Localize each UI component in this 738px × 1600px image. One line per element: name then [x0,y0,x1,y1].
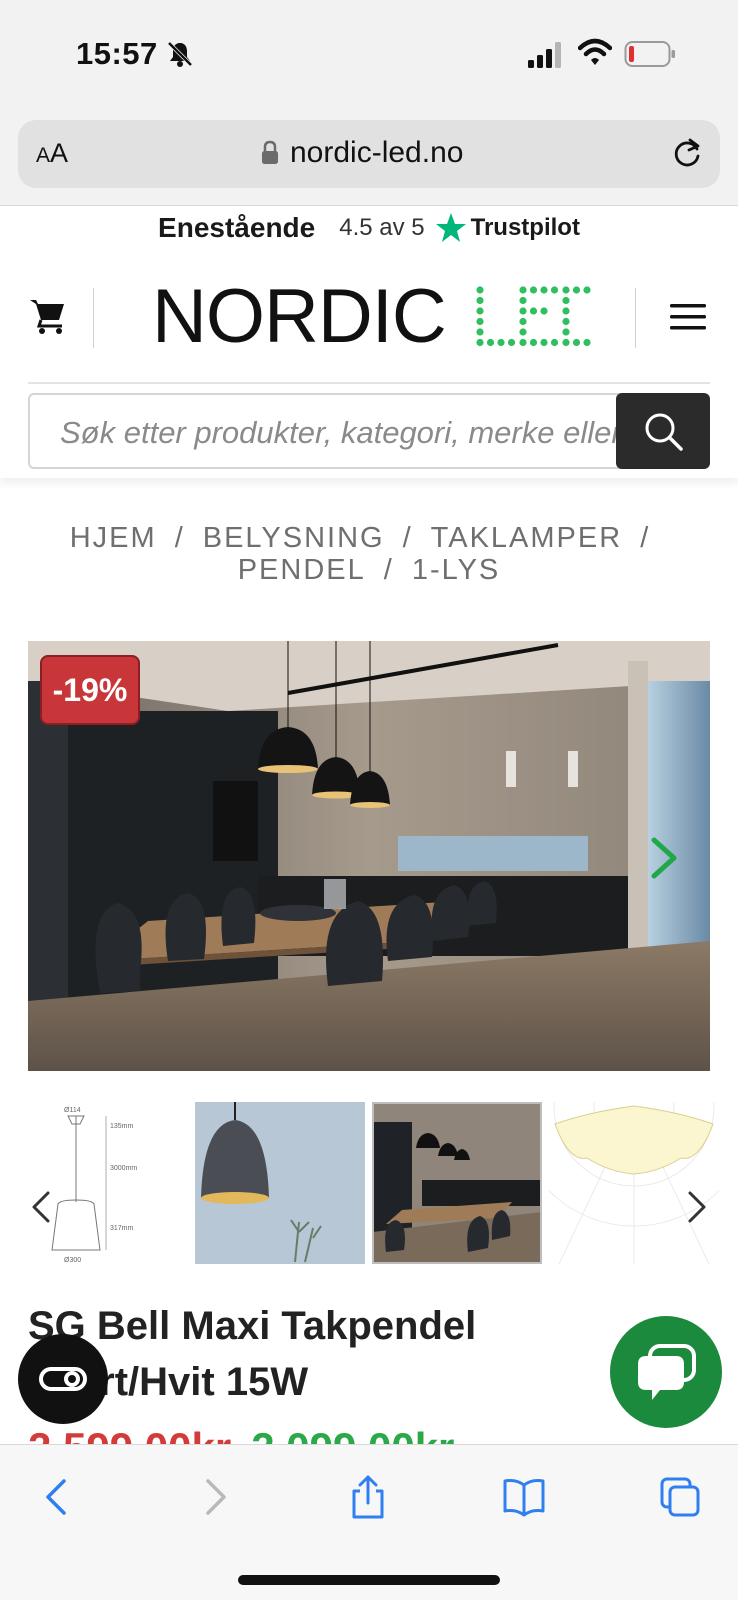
thumbnail-strip: Ø114 135mm 3000mm 317mm Ø300 [18,1102,720,1264]
logo-led-dot [529,307,537,315]
thumbnail-dining-room[interactable] [372,1102,542,1264]
cart-icon[interactable] [28,296,68,336]
share-icon[interactable] [346,1475,390,1519]
dim-label: 317mm [110,1225,134,1232]
product-title: SG Bell Maxi Takpendel Svart/Hvit 15W [28,1304,477,1404]
thumbnail-light-distribution[interactable] [549,1102,719,1264]
trustpilot-rating-word: Enestående [158,212,316,243]
chevron-right-icon[interactable] [650,836,678,880]
url-text[interactable]: nordic-led.no [290,136,463,170]
logo-led-dot [519,317,527,326]
search-button[interactable] [616,393,710,469]
logo-led-dot [550,286,558,294]
reload-icon[interactable] [670,136,704,170]
tabs-icon[interactable] [658,1475,702,1519]
chevron-left-icon[interactable] [30,1190,52,1224]
home-indicator [238,1575,500,1585]
chat-bubble-icon [638,1344,696,1400]
logo-led-dot [497,338,505,347]
logo-led-dot [529,286,537,294]
logo-led-dot [572,286,580,294]
trustpilot-banner[interactable]: Enestående 4.5 av 5 Trustpilot [0,206,738,256]
breadcrumb: HJEM / BELYSNING / TAKLAMPER / PENDEL/1-LYS [69,522,651,586]
logo-led-dot [476,338,484,347]
logo-led-dot [519,328,527,336]
cellular-signal-icon [528,42,561,68]
logo-led-dot [583,286,591,294]
logo-led-dot [572,338,580,347]
logo-led-dot [476,328,484,336]
hamburger-menu-icon[interactable] [668,302,708,332]
price-row: 2 599,00kr 2 099,00kr [28,1420,710,1444]
breadcrumb-item-1-lys: 1-LYS [411,554,501,586]
logo-led-dot [486,338,494,347]
back-icon[interactable] [36,1475,80,1519]
logo-led-dot [476,296,484,305]
logo-led-dot [529,338,537,347]
trustpilot-star-icon [435,213,466,242]
trustpilot-score: 4.5 av 5 [339,214,425,241]
wifi-icon [578,38,612,65]
logo-led-dot [562,296,570,305]
status-bar: 15:57 [0,0,738,110]
battery-low-icon [624,41,675,67]
status-time: 15:57 [76,36,158,71]
forward-icon[interactable] [192,1475,236,1519]
dim-label: Ø114 [64,1107,81,1114]
bell-slash-icon [167,41,193,67]
discount-badge: -19% [40,655,140,725]
logo-led-dot [519,307,527,315]
site-logo[interactable]: NORDIC [152,274,594,359]
text-size-button[interactable]: AA [36,138,68,169]
dim-label: 135mm [110,1123,134,1130]
accessibility-button[interactable] [18,1334,108,1424]
bookmarks-icon[interactable] [502,1475,546,1519]
thumbnail-dimension-drawing[interactable]: Ø114 135mm 3000mm 317mm Ø300 [18,1102,188,1264]
logo-led-dot [476,286,484,294]
search-placeholder: Søk etter produkter, kategori, merke ell… [60,415,628,450]
logo-led-dot [562,317,570,326]
logo-led-dots [476,286,594,347]
logo-led-dot [476,307,484,315]
trustpilot-brand: Trustpilot [470,214,580,241]
logo-led-dot [540,286,548,294]
logo-led-dot [550,338,558,347]
breadcrumb-item-belysning[interactable]: BELYSNING [203,522,385,554]
breadcrumb-item-hjem[interactable]: HJEM [70,522,157,554]
search-icon [645,413,683,451]
logo-led-dot [540,338,548,347]
dim-label: Ø300 [64,1257,81,1264]
header-divider [635,288,636,348]
accessibility-toggle-icon [39,1367,87,1391]
address-bar[interactable]: AA nordic-led.no [18,120,720,188]
logo-led-dot [507,338,515,347]
price-old: 2 599,00kr [28,1424,231,1444]
logo-text: NORDIC [152,273,447,359]
thumbnail-lamp-closeup[interactable] [195,1102,365,1264]
lock-icon [262,140,278,164]
chat-button[interactable] [610,1316,722,1428]
logo-led-dot [519,286,527,294]
logo-led-dot [562,338,570,347]
logo-led-dot [583,338,591,347]
browser-toolbar [0,1444,738,1600]
browser-address-area: AA nordic-led.no [0,110,738,206]
price-new: 2 099,00kr [251,1424,454,1444]
search-input[interactable]: Søk etter produkter, kategori, merke ell… [28,393,628,469]
breadcrumb-item-pendel[interactable]: PENDEL [238,554,366,586]
dim-label: 3000mm [110,1165,137,1172]
logo-led-dot [562,328,570,336]
logo-led-dot [540,307,548,315]
logo-led-dot [562,307,570,315]
logo-led-dot [476,317,484,326]
logo-led-dot [562,286,570,294]
logo-led-dot [519,296,527,305]
breadcrumb-item-taklamper[interactable]: TAKLAMPER [431,522,623,554]
header-divider [93,288,94,348]
logo-led-dot [519,338,527,347]
chevron-right-icon[interactable] [686,1190,708,1224]
